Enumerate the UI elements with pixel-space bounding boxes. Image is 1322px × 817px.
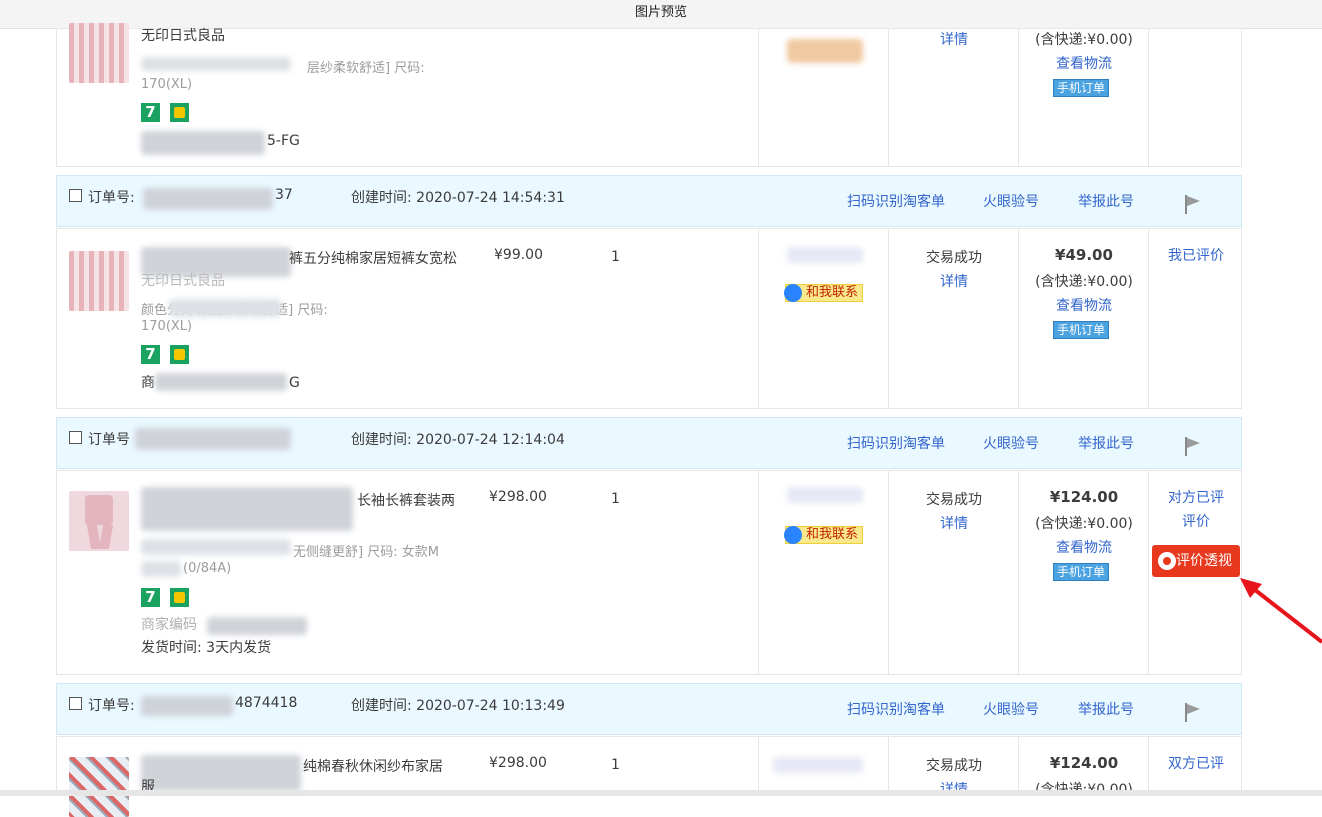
verify-account-link[interactable]: 火眼验号 — [983, 433, 1039, 453]
horizontal-scrollbar[interactable] — [0, 790, 1322, 796]
scan-taoke-link[interactable]: 扫码识别淘客单 — [847, 191, 945, 211]
seven-day-return-icon: 7 — [141, 345, 160, 364]
product-title-2[interactable]: 无印日式良品 — [141, 270, 225, 292]
product-thumbnail[interactable] — [69, 251, 129, 311]
verify-account-link[interactable]: 火眼验号 — [983, 699, 1039, 719]
shipping-fee: (含快递:¥0.00) — [1035, 516, 1133, 532]
report-account-link[interactable]: 举报此号 — [1078, 699, 1134, 719]
product-thumbnail[interactable] — [69, 757, 129, 817]
product-size: (0/84A) — [183, 561, 232, 576]
created-time: 创建时间: 2020-07-24 10:13:49 — [351, 698, 565, 714]
report-account-link[interactable]: 举报此号 — [1078, 433, 1134, 453]
mobile-order-badge: 手机订单 — [1053, 321, 1109, 339]
order-header-4: 订单号: 4874418 创建时间: 2020-07-24 10:13:49 扫… — [56, 683, 1242, 735]
trade-status: 交易成功 — [926, 492, 982, 508]
flag-icon[interactable] — [1184, 194, 1202, 214]
chat-icon — [784, 284, 802, 302]
order-detail-link[interactable]: 详情 — [889, 29, 1019, 49]
scan-taoke-link[interactable]: 扫码识别淘客单 — [847, 699, 945, 719]
view-logistics-link[interactable]: 查看物流 — [1019, 537, 1149, 557]
review-status-link[interactable]: 对方已评 — [1149, 486, 1243, 510]
shipping-fee: (含快递:¥0.00) — [1035, 274, 1133, 290]
consumer-protection-icon — [170, 588, 189, 607]
order-number: 4874418 — [235, 695, 298, 711]
shipping-fee: (含快递:¥0.00) — [1035, 32, 1133, 48]
order-detail-link[interactable]: 详情 — [889, 779, 1019, 799]
product-size: 170(XL) — [141, 319, 193, 334]
trade-status: 交易成功 — [926, 758, 982, 774]
review-status-link[interactable]: 我已评价 — [1149, 244, 1243, 268]
order-number-label: 订单号: — [88, 190, 135, 206]
shipping-fee: (含快递:¥0.00) — [1019, 779, 1149, 799]
review-status-link[interactable]: 双方已评 — [1149, 752, 1243, 776]
sku-code: G — [289, 375, 300, 391]
flag-icon[interactable] — [1184, 436, 1202, 456]
order-checkbox[interactable] — [69, 697, 82, 710]
consumer-protection-icon — [170, 345, 189, 364]
order-number-label: 订单号 — [88, 432, 130, 448]
product-thumbnail[interactable] — [69, 491, 129, 551]
quantity: 1 — [611, 491, 620, 507]
annotation-arrow-icon — [1240, 578, 1322, 644]
product-title[interactable]: 纯棉春秋休闲纱布家居 — [303, 756, 443, 778]
order-header-2: 订单号: 37 创建时间: 2020-07-24 14:54:31 扫码识别淘客… — [56, 175, 1242, 227]
order-checkbox[interactable] — [69, 189, 82, 202]
order-header-3: 订单号 创建时间: 2020-07-24 12:14:04 扫码识别淘客单 火眼… — [56, 417, 1242, 469]
sku-code-label: 商 — [141, 375, 155, 391]
product-spec: 无侧缝更舒] 尺码: 女款M — [293, 545, 439, 560]
order-row-1: 无印日式良品 层纱柔软舒适] 尺码: 170(XL) 7 5-FG 详情 (含快… — [56, 23, 1242, 167]
unit-price: ¥298.00 — [489, 489, 547, 505]
product-title[interactable]: 长袖长裤套装两 — [357, 490, 455, 512]
order-detail-link[interactable]: 详情 — [889, 271, 1019, 291]
created-time: 创建时间: 2020-07-24 14:54:31 — [351, 190, 565, 206]
unit-price: ¥298.00 — [489, 755, 547, 771]
product-title[interactable]: 无印日式良品 — [141, 25, 225, 47]
contact-seller-button[interactable]: 和我联系 — [784, 526, 864, 544]
total-amount: ¥124.00 — [1049, 754, 1119, 772]
contact-seller-button[interactable]: 和我联系 — [784, 284, 864, 302]
scan-taoke-link[interactable]: 扫码识别淘客单 — [847, 433, 945, 453]
total-amount: ¥49.00 — [1055, 246, 1113, 264]
product-size: 170(XL) — [141, 77, 193, 92]
order-number-label: 订单号: — [88, 698, 135, 714]
quantity: 1 — [611, 249, 620, 265]
chat-icon — [784, 526, 802, 544]
eye-icon — [1158, 552, 1176, 570]
view-logistics-link[interactable]: 查看物流 — [1019, 295, 1149, 315]
seven-day-return-icon: 7 — [141, 103, 160, 122]
sku-code: 5-FG — [267, 133, 300, 149]
verify-account-link[interactable]: 火眼验号 — [983, 191, 1039, 211]
order-row-3: 长袖长裤套装两 无侧缝更舒] 尺码: 女款M (0/84A) 7 商家编码 发货… — [56, 470, 1242, 675]
order-checkbox[interactable] — [69, 431, 82, 444]
order-number: 37 — [275, 187, 293, 203]
view-logistics-link[interactable]: 查看物流 — [1019, 53, 1149, 73]
total-amount: ¥124.00 — [1049, 488, 1119, 506]
ship-time: 发货时间: 3天内发货 — [141, 640, 272, 656]
window-title: 图片预览 — [634, 5, 687, 20]
unit-price: ¥99.00 — [494, 247, 543, 263]
order-detail-link[interactable]: 详情 — [889, 513, 1019, 533]
order-row-2: 裤五分纯棉家居短裤女宽松 无印日式良品 颜色分类 双层纱柔软舒适] 尺码: 17… — [56, 228, 1242, 409]
sku-code-label: 商家编码 — [141, 617, 197, 633]
quantity: 1 — [611, 757, 620, 773]
product-thumbnail[interactable] — [69, 23, 129, 83]
report-account-link[interactable]: 举报此号 — [1078, 191, 1134, 211]
flag-icon[interactable] — [1184, 702, 1202, 722]
product-title[interactable]: 裤五分纯棉家居短裤女宽松 — [289, 248, 457, 270]
mobile-order-badge: 手机订单 — [1053, 79, 1109, 97]
consumer-protection-icon — [170, 103, 189, 122]
mobile-order-badge: 手机订单 — [1053, 563, 1109, 581]
seven-day-return-icon: 7 — [141, 588, 160, 607]
review-insight-button[interactable]: 评价透视 — [1152, 545, 1240, 577]
product-spec: 层纱柔软舒适] 尺码: — [307, 61, 425, 76]
trade-status: 交易成功 — [926, 250, 982, 266]
order-row-4: 纯棉春秋休闲纱布家居 服 ¥298.00 1 交易成功 详情 ¥124.00 (… — [56, 736, 1243, 817]
review-status-link-2[interactable]: 评价 — [1149, 510, 1243, 534]
created-time: 创建时间: 2020-07-24 12:14:04 — [351, 432, 565, 448]
